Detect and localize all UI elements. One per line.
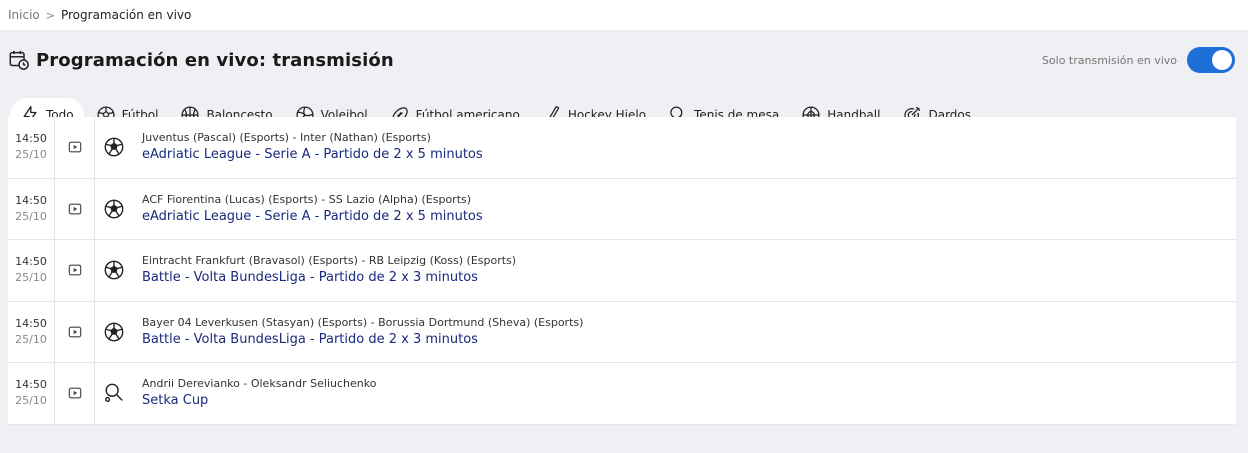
event-sport-cell (95, 240, 133, 301)
breadcrumb-separator: > (45, 8, 55, 22)
stream-button[interactable] (55, 117, 95, 178)
event-league-link[interactable]: eAdriatic League - Serie A - Partido de … (142, 208, 483, 226)
live-only-toggle-group: Solo transmisión en vivo (1042, 47, 1235, 73)
event-info[interactable]: Juventus (Pascal) (Esports) - Inter (Nat… (133, 117, 483, 178)
event-time-cell: 14:50 25/10 (8, 117, 55, 178)
table-tennis-icon (105, 383, 123, 403)
event-sport-cell (95, 302, 133, 363)
event-time: 14:50 (15, 255, 47, 269)
stream-button[interactable] (55, 178, 95, 239)
video-play-icon (68, 141, 81, 153)
soccer-ball-icon (104, 199, 124, 219)
soccer-ball-icon (104, 322, 124, 342)
page-header: Programación en vivo: transmisión (8, 44, 394, 76)
breadcrumb-home-link[interactable]: Inicio (8, 8, 40, 22)
event-time-cell: 14:50 25/10 (8, 178, 55, 239)
soccer-ball-icon (104, 137, 124, 157)
event-row[interactable]: 14:50 25/10 Bayer 04 Leverkusen (Stasyan… (8, 301, 1236, 363)
calendar-clock-icon (9, 50, 29, 70)
event-info[interactable]: Eintracht Frankfurt (Bravasol) (Esports)… (133, 240, 516, 301)
breadcrumb: Inicio > Programación en vivo (0, 0, 1248, 30)
live-only-toggle-label: Solo transmisión en vivo (1041, 53, 1177, 67)
event-sport-cell (95, 179, 133, 240)
event-row[interactable]: 14:50 25/10 Andrii Derevianko - Oleksand… (8, 363, 1236, 425)
event-sport-cell (95, 363, 133, 424)
video-play-icon (68, 387, 81, 399)
event-league-link[interactable]: Battle - Volta BundesLiga - Partido de 2… (142, 269, 516, 287)
event-date: 25/10 (15, 394, 47, 408)
video-play-icon (68, 203, 81, 215)
event-row[interactable]: 14:50 25/10 Eintracht Frankfurt (Bravaso… (8, 240, 1236, 302)
event-teams: ACF Fiorentina (Lucas) (Esports) - SS La… (142, 192, 472, 206)
event-date: 25/10 (15, 332, 47, 346)
event-info[interactable]: ACF Fiorentina (Lucas) (Esports) - SS La… (133, 179, 483, 240)
event-list: 14:50 25/10 Juventus (Pascal) (Esports) … (8, 117, 1236, 425)
video-play-icon (68, 326, 81, 338)
event-date: 25/10 (15, 209, 47, 223)
event-time: 14:50 (15, 316, 47, 330)
event-row[interactable]: 14:50 25/10 Juventus (Pascal) (Esports) … (8, 117, 1236, 179)
event-teams: Eintracht Frankfurt (Bravasol) (Esports)… (142, 254, 517, 268)
breadcrumb-current: Programación en vivo (60, 8, 192, 22)
event-league-link[interactable]: eAdriatic League - Serie A - Partido de … (142, 146, 483, 164)
live-only-toggle[interactable] (1187, 47, 1235, 73)
toggle-knob (1212, 50, 1232, 70)
event-teams: Bayer 04 Leverkusen (Stasyan) (Esports) … (142, 315, 584, 329)
event-info[interactable]: Bayer 04 Leverkusen (Stasyan) (Esports) … (133, 302, 583, 363)
event-league-link[interactable]: Setka Cup (142, 392, 376, 410)
event-time: 14:50 (15, 378, 47, 392)
event-time: 14:50 (15, 132, 47, 146)
soccer-ball-icon (104, 260, 124, 280)
event-time-cell: 14:50 25/10 (8, 240, 55, 301)
stream-button[interactable] (55, 363, 95, 424)
event-teams: Juventus (Pascal) (Esports) - Inter (Nat… (142, 131, 431, 145)
event-time: 14:50 (15, 193, 47, 207)
event-date: 25/10 (15, 148, 47, 162)
event-time-cell: 14:50 25/10 (8, 363, 55, 424)
stream-button[interactable] (55, 301, 95, 362)
video-play-icon (68, 264, 81, 276)
event-info[interactable]: Andrii Derevianko - Oleksandr Seliuchenk… (133, 363, 376, 424)
event-league-link[interactable]: Battle - Volta BundesLiga - Partido de 2… (142, 331, 583, 349)
stream-button[interactable] (55, 240, 95, 301)
event-teams: Andrii Derevianko - Oleksandr Seliuchenk… (142, 377, 377, 391)
event-date: 25/10 (15, 271, 47, 285)
event-row[interactable]: 14:50 25/10 ACF Fiorentina (Lucas) (Espo… (8, 178, 1236, 240)
page-title: Programación en vivo: transmisión (36, 49, 394, 71)
event-time-cell: 14:50 25/10 (8, 301, 55, 362)
event-sport-cell (95, 117, 133, 178)
